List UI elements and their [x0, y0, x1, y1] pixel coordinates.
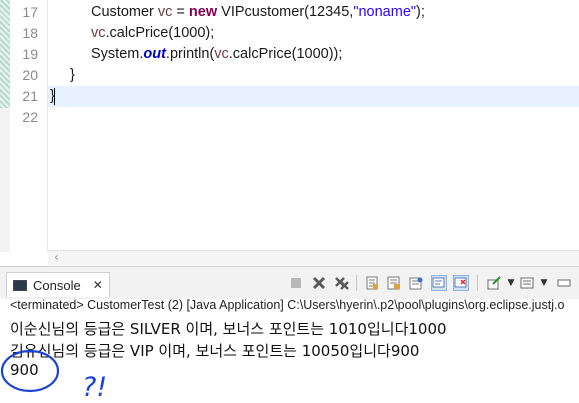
gutter-divider: [47, 0, 48, 252]
line-number: 18: [22, 25, 38, 41]
console-tab-label: Console: [33, 277, 81, 293]
console-icon: [13, 279, 27, 291]
code-token-field: out: [143, 46, 166, 62]
code-line-20[interactable]: }: [70, 67, 75, 83]
code-token-variable: vc: [91, 25, 106, 41]
close-icon[interactable]: ✕: [93, 278, 103, 292]
overview-ruler: [0, 0, 10, 252]
text-caret: [54, 88, 55, 105]
current-line-highlight: [48, 86, 579, 107]
line-number: 20: [22, 67, 38, 83]
scroll-left-icon[interactable]: ‹: [54, 250, 59, 264]
show-console-stdout-icon[interactable]: [431, 275, 447, 291]
line-number: 22: [22, 109, 38, 125]
change-marker: [0, 0, 10, 108]
console-view-header: Console ✕ ▼ ▼: [0, 266, 579, 299]
chevron-down-icon[interactable]: ▼: [538, 275, 550, 291]
word-wrap-icon[interactable]: [386, 275, 402, 291]
code-token-keyword: new: [188, 4, 218, 20]
code-token-operator: =: [172, 4, 189, 20]
code-token-variable: vc: [157, 4, 173, 20]
chevron-down-icon[interactable]: ▼: [505, 275, 517, 291]
remove-launch-icon[interactable]: [311, 275, 327, 291]
minimize-icon[interactable]: [557, 275, 571, 291]
code-token-type: Customer: [91, 4, 158, 20]
code-line-19[interactable]: System.out.println(vc.calcPrice(1000));: [91, 46, 342, 62]
open-console-icon[interactable]: [519, 275, 535, 291]
circle-annotation: [0, 349, 60, 393]
console-output-line: 이순신님의 등급은 SILVER 이며, 보너스 포인트는 1010입니다100…: [10, 320, 447, 338]
tab-console[interactable]: Console ✕: [6, 272, 110, 297]
line-number: 21: [22, 88, 38, 104]
annotation-text: ?!: [82, 372, 107, 403]
code-token-class: System.: [91, 46, 144, 62]
code-token-call: .calcPrice(1000);: [105, 25, 215, 41]
line-number: 19: [22, 46, 38, 62]
code-token-constructor: VIPcustomer(12345,: [217, 4, 354, 20]
scroll-lock-icon[interactable]: [364, 275, 380, 291]
display-selected-console-icon[interactable]: [486, 275, 502, 291]
code-token-variable: vc: [214, 46, 229, 62]
code-token-end: );: [416, 4, 425, 20]
console-status-line: <terminated> CustomerTest (2) [Java Appl…: [10, 298, 565, 312]
code-token-call: .println(: [165, 46, 215, 62]
remove-all-terminated-icon[interactable]: [334, 275, 350, 291]
terminate-icon[interactable]: [288, 275, 304, 291]
toolbar-separator: [477, 275, 478, 291]
handwritten-annotation: ?!: [0, 349, 107, 403]
horizontal-scrollbar[interactable]: ‹: [48, 250, 579, 265]
code-editor[interactable]: 17 18 19 20 21 22 Customer vc = new VIPc…: [0, 0, 579, 252]
code-token-call: .calcPrice(1000));: [228, 46, 343, 62]
code-token-string: "noname": [353, 4, 417, 20]
code-line-18[interactable]: vc.calcPrice(1000);: [91, 25, 214, 41]
pin-console-icon[interactable]: [408, 275, 424, 291]
line-number: 17: [22, 4, 38, 20]
toolbar-separator: [356, 275, 357, 291]
show-console-stderr-icon[interactable]: [453, 275, 469, 291]
code-line-17[interactable]: Customer vc = new VIPcustomer(12345,"non…: [91, 4, 425, 20]
